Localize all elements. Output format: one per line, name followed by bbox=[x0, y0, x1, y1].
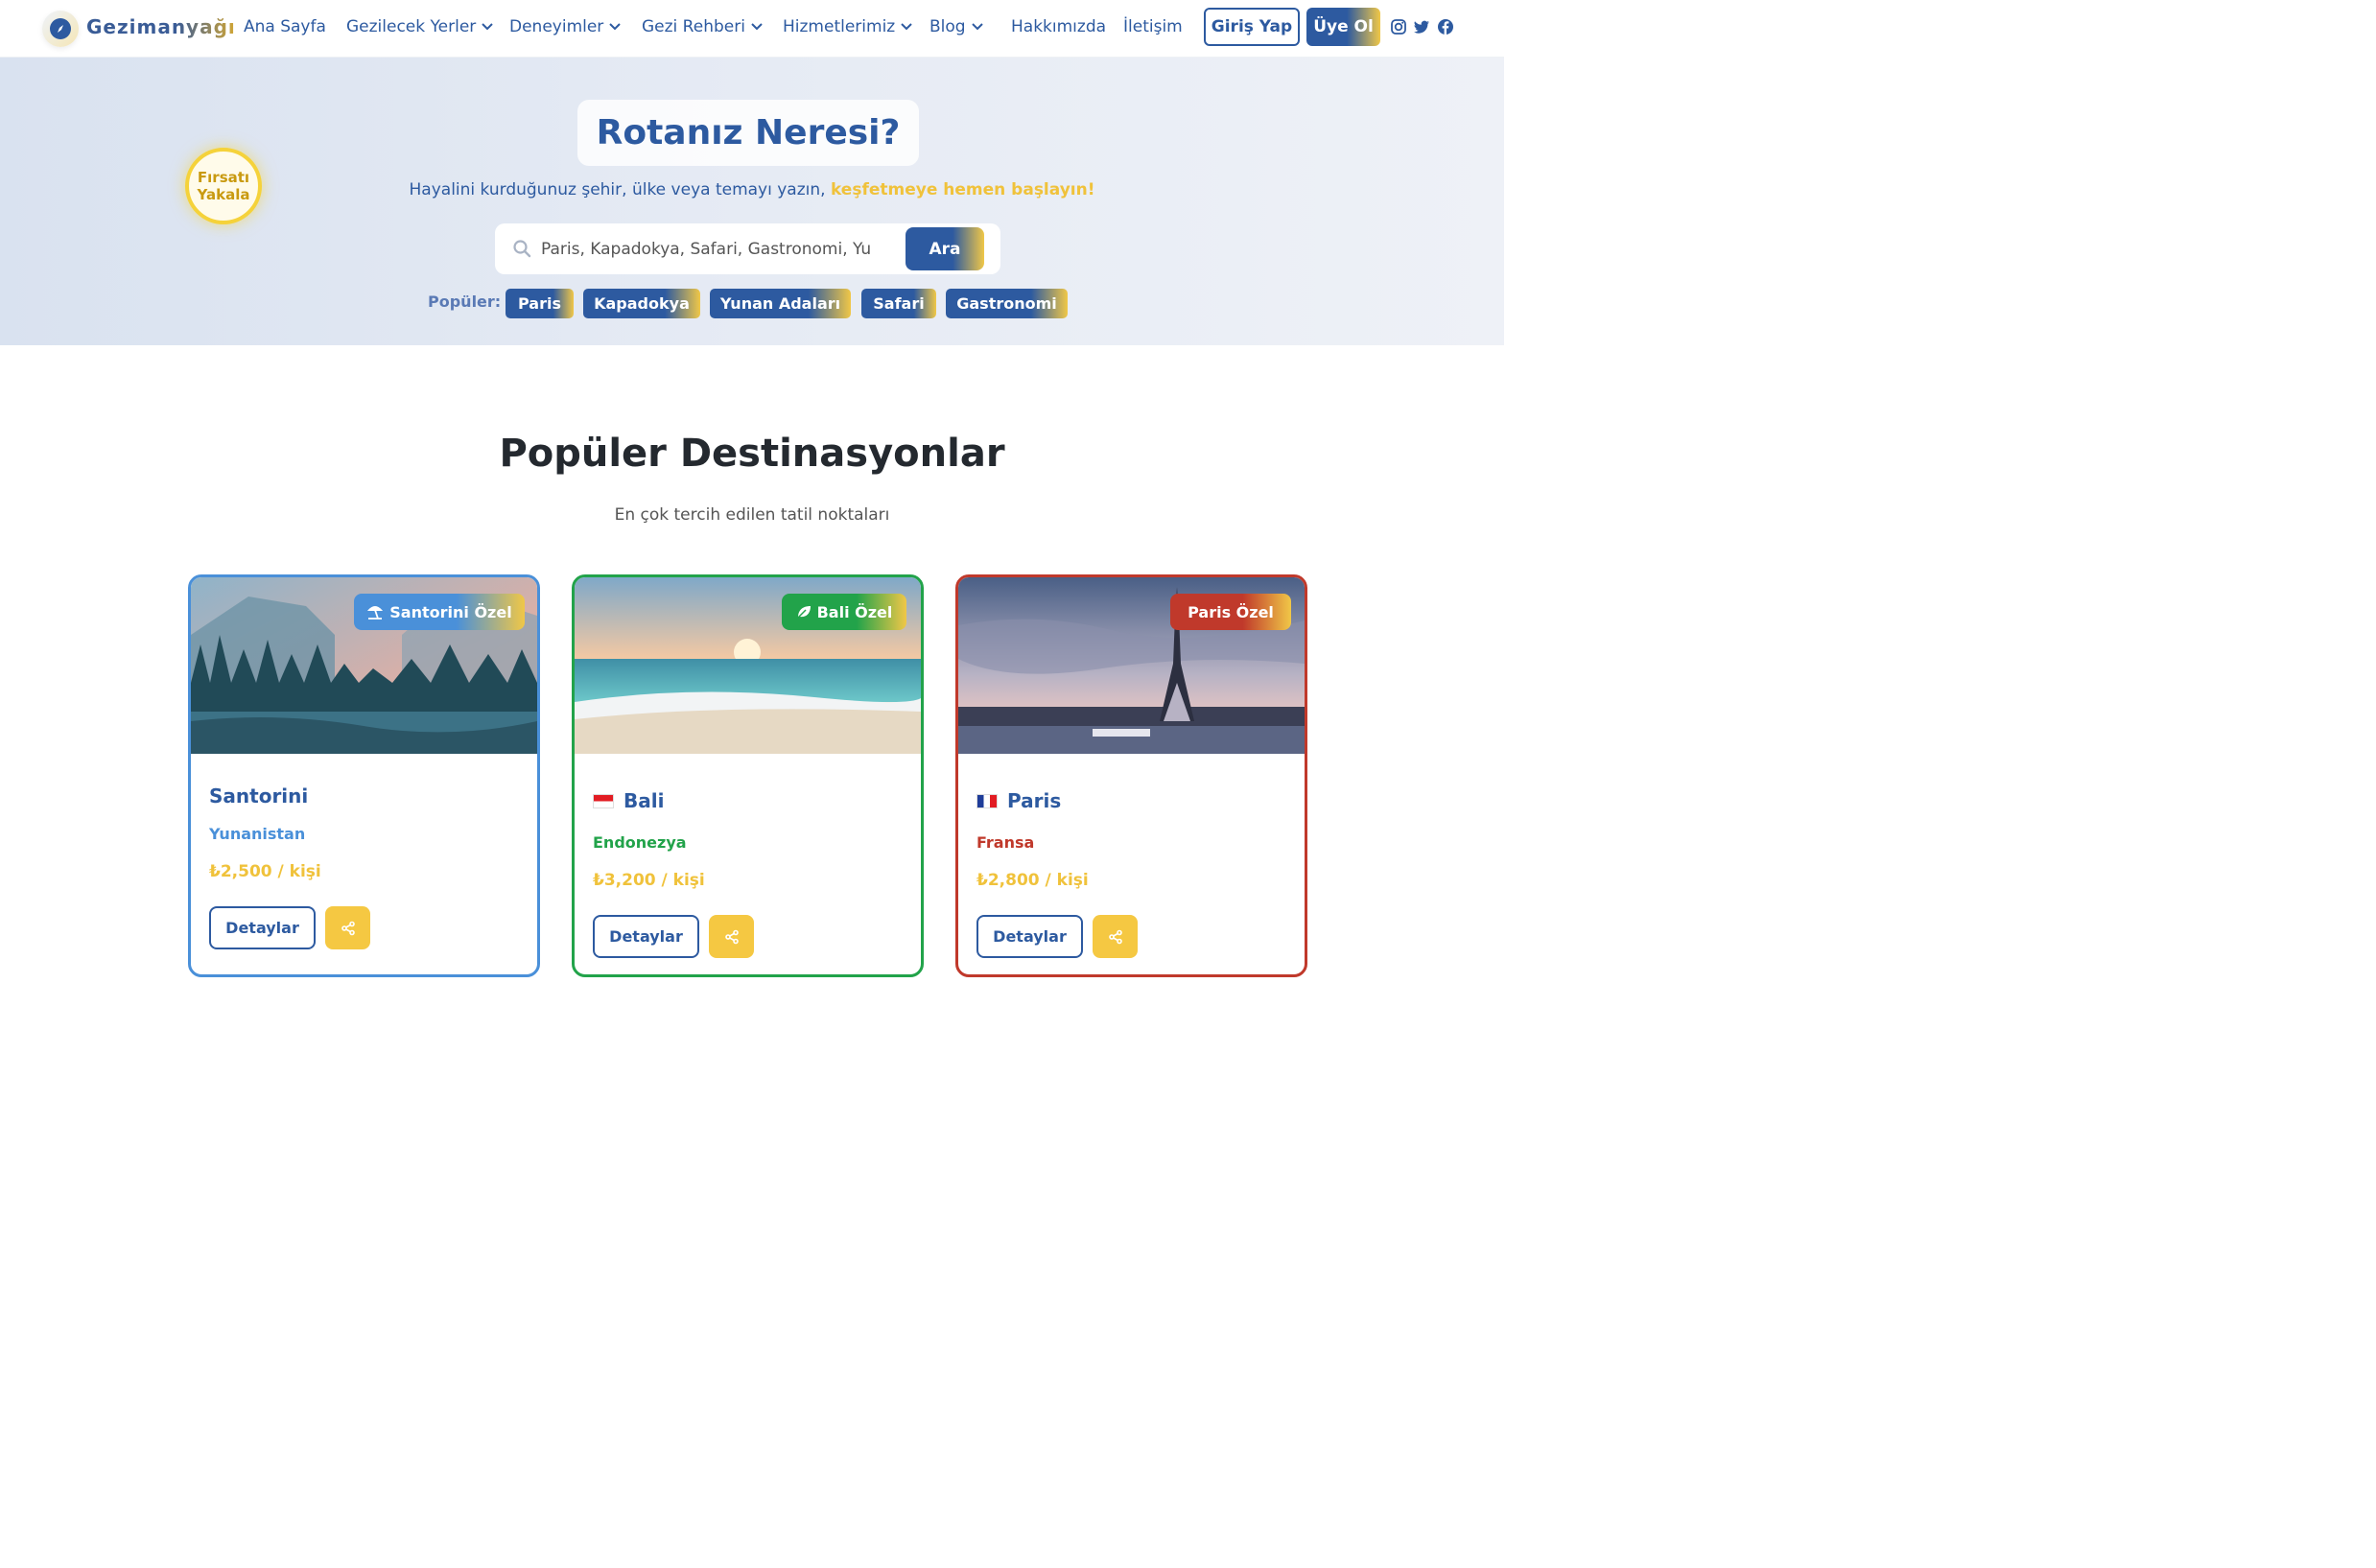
card-badge: Bali Özel bbox=[782, 594, 906, 630]
share-icon bbox=[341, 921, 355, 935]
section-subtitle: En çok tercih edilen tatil noktaları bbox=[614, 505, 890, 525]
hero-subtitle-highlight: keşfetmeye hemen başlayın! bbox=[830, 180, 1095, 199]
popular-label: Popüler: bbox=[428, 293, 502, 311]
share-button[interactable] bbox=[709, 915, 754, 958]
popular-tag-kapadokya[interactable]: Kapadokya bbox=[583, 289, 700, 318]
nav-item-gezilecek-yerler[interactable]: Gezilecek Yerler bbox=[346, 17, 493, 36]
card-destination-name[interactable]: Paris bbox=[976, 789, 1061, 812]
popular-tag-safari[interactable]: Safari bbox=[861, 289, 936, 318]
indonesia-flag-icon bbox=[593, 794, 614, 808]
hero-section: Fırsatı Yakala Rotanız Neresi? Hayalini k… bbox=[0, 58, 1504, 345]
destination-card-bali[interactable]: Bali Özel Bali Endonezya ₺3,200 / kişi D… bbox=[572, 574, 924, 977]
brand-name[interactable]: Gezimanyağı bbox=[86, 15, 236, 38]
card-badge: Paris Özel bbox=[1170, 594, 1291, 630]
card-country: Yunanistan bbox=[209, 825, 306, 843]
card-country: Fransa bbox=[976, 833, 1035, 852]
details-button[interactable]: Detaylar bbox=[593, 915, 699, 958]
signup-button[interactable]: Üye Ol bbox=[1306, 8, 1380, 46]
navbar: Gezimanyağı Ana Sayfa Gezilecek Yerler D… bbox=[0, 0, 1504, 58]
beach-umbrella-icon bbox=[367, 606, 384, 620]
hero-subtitle-text: Hayalini kurduğunuz şehir, ülke veya tem… bbox=[409, 180, 826, 199]
nav-item-ana-sayfa[interactable]: Ana Sayfa bbox=[244, 17, 326, 36]
card-badge-label: Santorini Özel bbox=[389, 602, 512, 621]
share-icon bbox=[1108, 929, 1122, 944]
search-button[interactable]: Ara bbox=[906, 227, 984, 270]
card-destination-name[interactable]: Santorini bbox=[209, 784, 308, 807]
card-destination-name-text: Bali bbox=[623, 789, 665, 812]
card-destination-name-text: Paris bbox=[1007, 789, 1062, 812]
card-country: Endonezya bbox=[593, 833, 687, 852]
nav-item-blog[interactable]: Blog bbox=[929, 17, 983, 36]
nav-item-gezi-rehberi[interactable]: Gezi Rehberi bbox=[642, 17, 763, 36]
facebook-icon[interactable] bbox=[1437, 18, 1454, 35]
france-flag-icon bbox=[976, 794, 998, 808]
leaf-icon bbox=[797, 606, 811, 619]
chevron-down-icon bbox=[901, 23, 912, 31]
share-button[interactable] bbox=[325, 906, 370, 949]
nav-item-iletisim[interactable]: İletişim bbox=[1123, 17, 1183, 36]
instagram-icon[interactable] bbox=[1390, 18, 1407, 35]
twitter-icon[interactable] bbox=[1413, 18, 1430, 35]
nav-item-hizmetlerimiz[interactable]: Hizmetlerimiz bbox=[783, 17, 912, 36]
popular-tag-gastronomi[interactable]: Gastronomi bbox=[946, 289, 1068, 318]
destination-card-paris[interactable]: Paris Özel Paris Fransa ₺2,800 / kişi De… bbox=[955, 574, 1307, 977]
share-button[interactable] bbox=[1093, 915, 1138, 958]
details-button[interactable]: Detaylar bbox=[976, 915, 1083, 958]
chevron-down-icon bbox=[751, 23, 763, 31]
search-icon bbox=[513, 240, 531, 258]
section-title: Popüler Destinasyonlar bbox=[499, 432, 1005, 476]
card-badge-label: Bali Özel bbox=[816, 602, 893, 621]
popular-tag-paris[interactable]: Paris bbox=[506, 289, 574, 318]
card-badge-label: Paris Özel bbox=[1188, 602, 1274, 621]
search-input[interactable] bbox=[541, 233, 872, 265]
hero-title-box: Rotanız Neresi? bbox=[577, 100, 919, 166]
card-destination-name[interactable]: Bali bbox=[593, 789, 664, 812]
share-icon bbox=[724, 929, 739, 944]
destination-card-santorini[interactable]: Santorini Özel Santorini Yunanistan ₺2,5… bbox=[188, 574, 540, 977]
chevron-down-icon bbox=[482, 23, 493, 31]
card-price: ₺2,500 / kişi bbox=[209, 862, 321, 881]
chevron-down-icon bbox=[609, 23, 622, 31]
card-price: ₺2,800 / kişi bbox=[976, 871, 1089, 890]
nav-item-hakkimizda[interactable]: Hakkımızda bbox=[1011, 17, 1106, 36]
hero-subtitle: Hayalini kurduğunuz şehir, ülke veya tem… bbox=[0, 180, 1504, 199]
chevron-down-icon bbox=[971, 23, 983, 31]
search-bar: Ara bbox=[495, 223, 1000, 274]
login-button[interactable]: Giriş Yap bbox=[1204, 8, 1300, 46]
compass-logo-icon[interactable] bbox=[42, 11, 79, 47]
card-price: ₺3,200 / kişi bbox=[593, 871, 705, 890]
card-badge: Santorini Özel bbox=[354, 594, 525, 630]
details-button[interactable]: Detaylar bbox=[209, 906, 316, 949]
hero-title: Rotanız Neresi? bbox=[596, 113, 901, 152]
popular-tag-yunan-adalari[interactable]: Yunan Adaları bbox=[710, 289, 851, 318]
nav-item-deneyimler[interactable]: Deneyimler bbox=[509, 17, 622, 36]
